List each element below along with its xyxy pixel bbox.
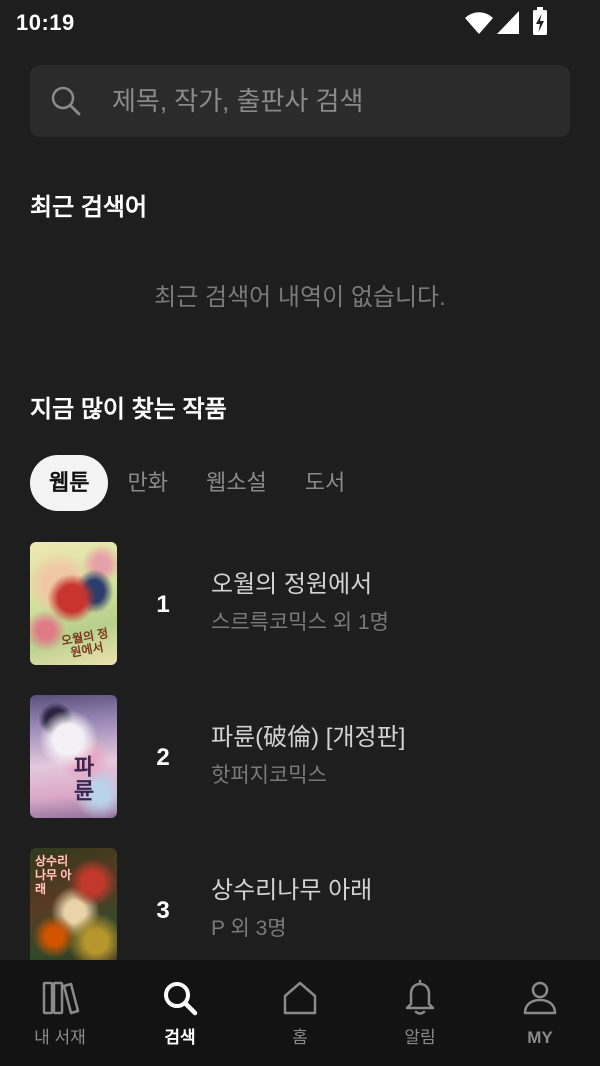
nav-label: MY (527, 1028, 553, 1047)
nav-item-my[interactable]: MY (480, 960, 600, 1066)
tab-webtoon[interactable]: 웹툰 (30, 455, 109, 511)
search-icon (51, 86, 81, 116)
category-tabs: 웹툰 만화 웹소설 도서 (30, 455, 364, 511)
nav-label: 홈 (292, 1028, 308, 1047)
search-screen: 10:19 최근 검색어 최근 검색어 내역이 없습니다. 지금 많이 찾는 작… (0, 0, 600, 1066)
bottom-navigation: 내 서재 검색 홈 알림 MY (0, 960, 600, 1066)
bell-icon (400, 978, 440, 1018)
status-time: 10:19 (16, 10, 75, 35)
rank-number: 2 (156, 744, 170, 771)
cover-lettering: 오월의 정원에서 (60, 626, 110, 660)
battery-charging-icon (533, 7, 547, 35)
rank-number: 3 (156, 897, 170, 924)
recent-searches-empty-message: 최근 검색어 내역이 없습니다. (154, 284, 446, 311)
rank-number: 1 (156, 591, 170, 618)
ranking-item[interactable]: 파륜 2 파륜(破倫) [개정판] 핫퍼지코믹스 (0, 695, 600, 818)
book-author: P 외 3명 (211, 917, 287, 940)
cover-lettering: 파륜 (70, 755, 95, 803)
nav-item-library[interactable]: 내 서재 (0, 960, 120, 1066)
nav-item-home[interactable]: 홈 (240, 960, 360, 1066)
popular-title: 지금 많이 찾는 작품 (30, 396, 227, 423)
book-cover: 파륜 (30, 695, 117, 818)
tab-comics[interactable]: 만화 (108, 455, 186, 511)
book-author: 핫퍼지코믹스 (211, 764, 327, 787)
book-title: 상수리나무 아래 (211, 877, 373, 904)
library-icon (40, 978, 80, 1018)
nav-label: 알림 (404, 1028, 436, 1047)
book-cover: 상수리나무 아래 (30, 848, 117, 971)
signal-icon (497, 11, 519, 34)
tab-webnovel[interactable]: 웹소설 (187, 455, 286, 511)
ranking-item[interactable]: 상수리나무 아래 3 상수리나무 아래 P 외 3명 (0, 848, 600, 971)
ranking-item[interactable]: 오월의 정원에서 1 오월의 정원에서 스르륵코믹스 외 1명 (0, 542, 600, 665)
nav-label: 내 서재 (34, 1028, 86, 1047)
search-input[interactable] (112, 65, 552, 137)
cover-lettering: 상수리나무 아래 (35, 854, 72, 896)
book-author: 스르륵코믹스 외 1명 (211, 611, 389, 634)
nav-label: 검색 (164, 1028, 196, 1047)
home-icon (280, 978, 320, 1018)
book-title: 오월의 정원에서 (211, 571, 373, 598)
book-cover: 오월의 정원에서 (30, 542, 117, 665)
nav-item-notifications[interactable]: 알림 (360, 960, 480, 1066)
recent-searches-title: 최근 검색어 (30, 194, 148, 221)
person-icon (520, 978, 560, 1018)
nav-item-search[interactable]: 검색 (120, 960, 240, 1066)
search-bar[interactable] (30, 65, 570, 137)
wifi-icon (465, 12, 493, 34)
search-icon (160, 978, 200, 1018)
book-title: 파륜(破倫) [개정판] (211, 724, 406, 751)
tab-books[interactable]: 도서 (286, 455, 364, 511)
